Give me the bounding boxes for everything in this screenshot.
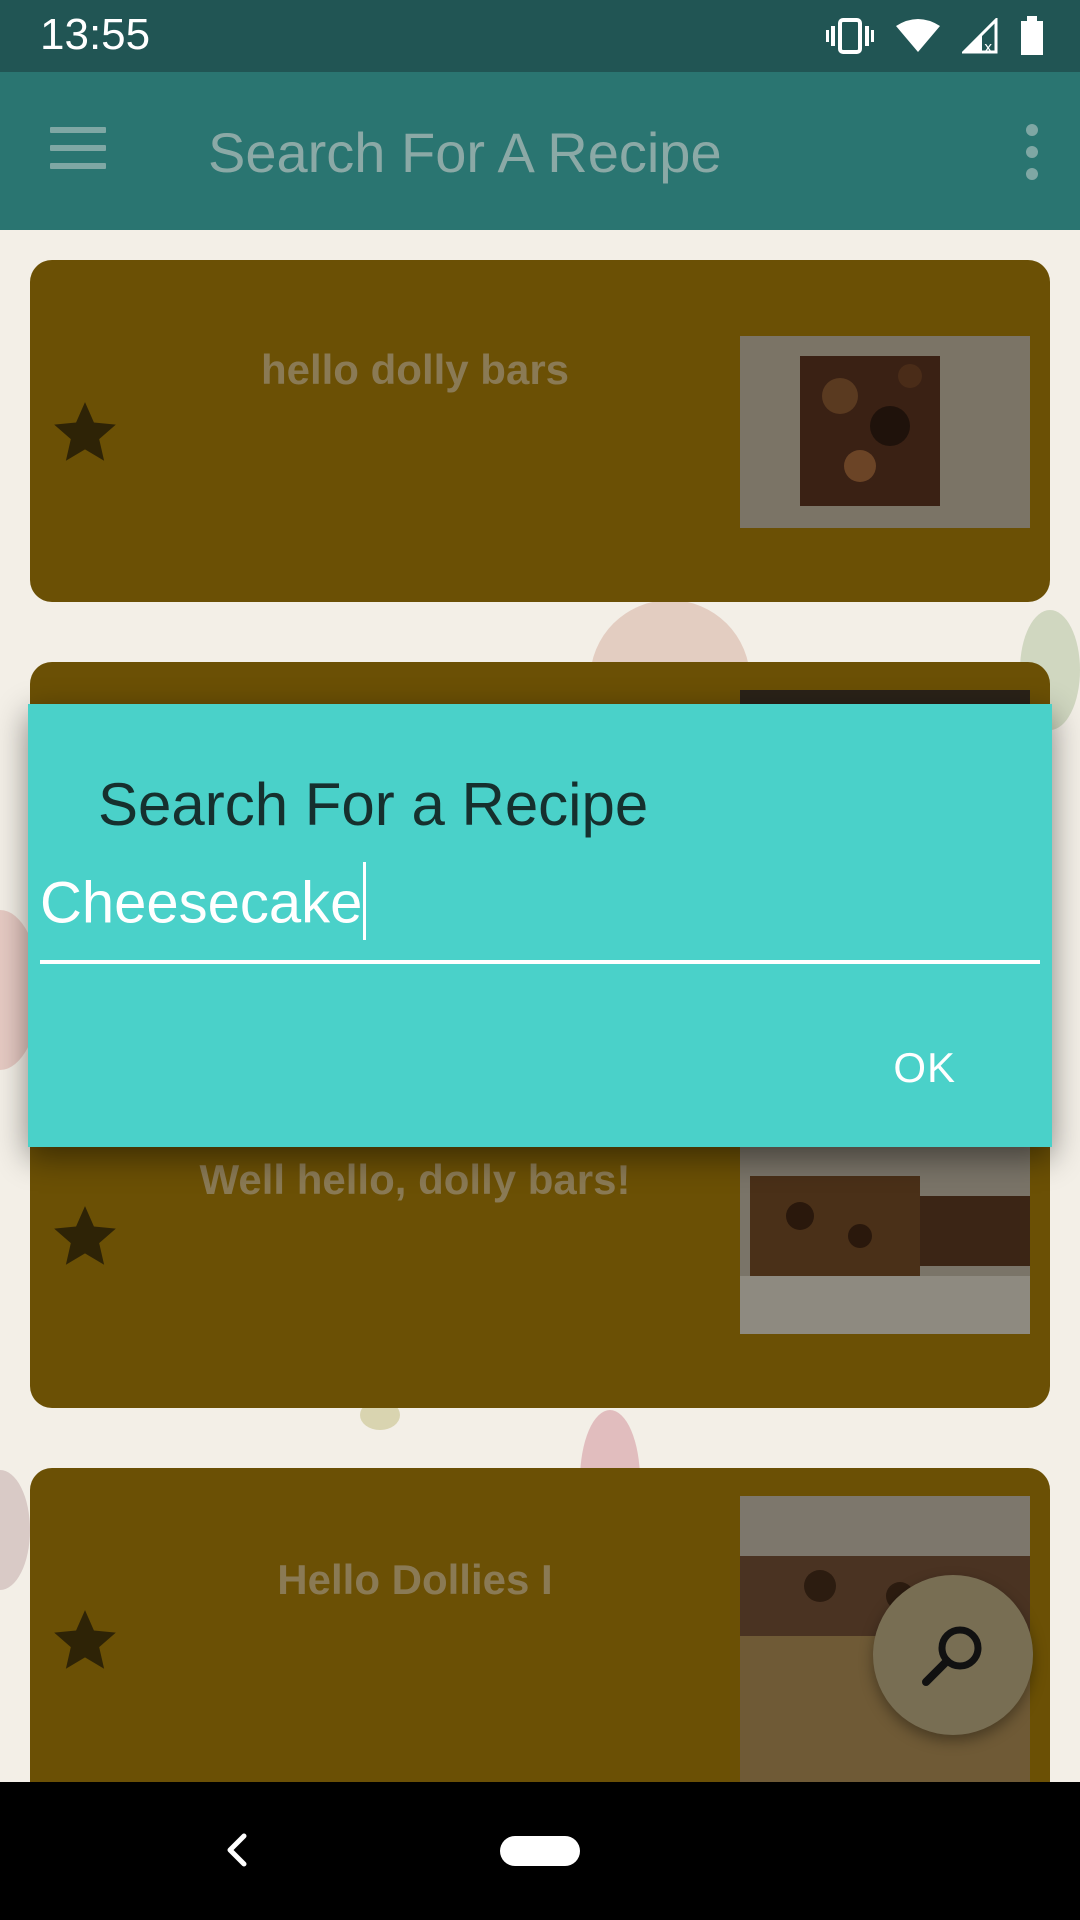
recipe-thumbnail [740,1146,1030,1334]
dialog-title: Search For a Recipe [98,771,649,838]
battery-icon [1021,16,1043,55]
vibrate-icon [826,18,874,54]
favorite-star-icon[interactable] [48,1200,122,1274]
app-bar: Search For A Recipe [0,72,1080,230]
svg-text:x: x [984,40,992,54]
navigation-bar [0,1782,1080,1920]
status-icons: x [826,14,1044,58]
input-underline [40,960,1040,964]
favorite-star-icon[interactable] [48,396,122,470]
search-fab-button[interactable] [873,1575,1033,1735]
recipe-title: Well hello, dolly bars! [199,1156,631,1203]
recipe-card[interactable]: hello dolly bars [30,260,1050,602]
search-icon [922,1626,982,1686]
home-button[interactable] [500,1836,580,1866]
recipe-thumbnail [740,336,1030,528]
status-bar: 13:55 x [0,0,1080,72]
app-title: Search For A Recipe [208,121,722,184]
menu-icon[interactable] [50,127,106,171]
overflow-menu-icon[interactable] [1026,124,1040,190]
status-time: 13:55 [40,10,151,59]
signal-icon: x [962,18,998,54]
search-input[interactable]: Cheesecake [40,862,1040,940]
recipe-title: hello dolly bars [260,346,570,393]
text-cursor [363,862,367,940]
search-input-value: Cheesecake [40,870,363,936]
ok-button[interactable]: OK [893,1044,956,1092]
back-icon[interactable] [222,1830,252,1870]
search-dialog: Search For a Recipe Cheesecake OK [28,704,1052,1147]
recipe-title: Hello Dollies I [277,1556,553,1603]
favorite-star-icon[interactable] [48,1604,122,1678]
wifi-icon [896,19,940,52]
